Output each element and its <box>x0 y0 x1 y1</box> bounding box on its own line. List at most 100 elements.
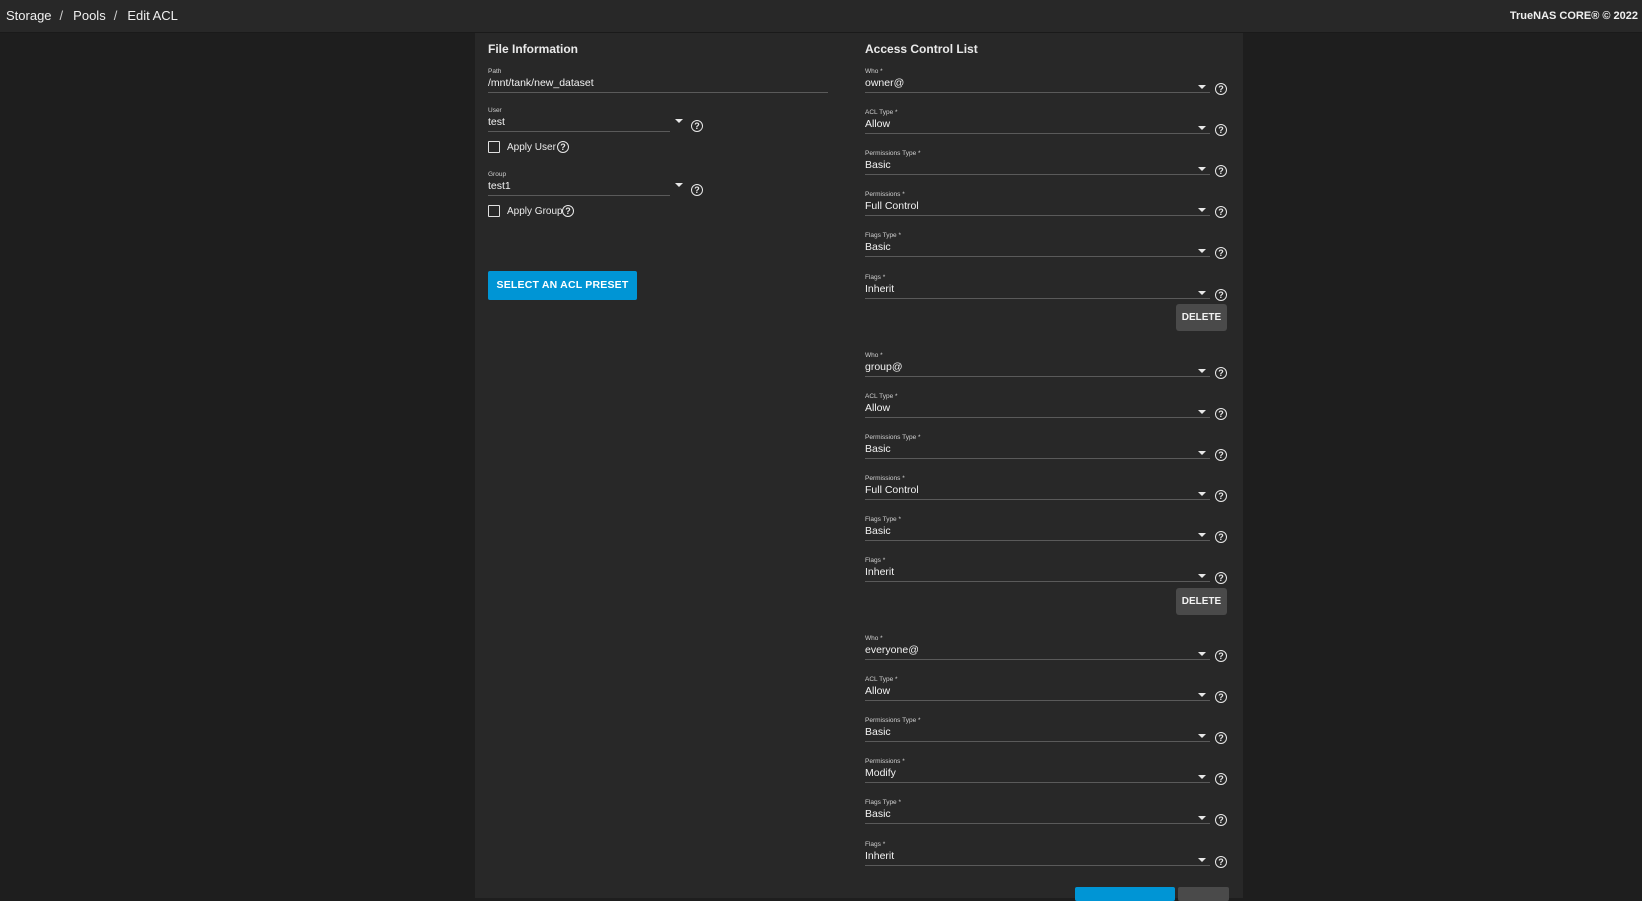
flags-type-value[interactable]: Basic <box>865 241 891 253</box>
caret-down-icon[interactable] <box>1198 249 1206 254</box>
apply-group-label: Apply Group <box>507 206 563 217</box>
help-circle-icon[interactable]: ? <box>1215 83 1227 95</box>
acl-type-value[interactable]: Allow <box>865 685 890 697</box>
acl-type-select[interactable]: ACL Type * Allow <box>865 109 1210 135</box>
apply-group-checkbox[interactable] <box>488 205 500 217</box>
user-value[interactable]: test <box>488 116 505 128</box>
help-circle-icon[interactable]: ? <box>691 184 703 196</box>
cancel-button[interactable] <box>1178 887 1229 901</box>
caret-down-icon[interactable] <box>1198 775 1206 780</box>
breadcrumb-pools[interactable]: Pools <box>73 8 106 23</box>
caret-down-icon[interactable] <box>1198 208 1206 213</box>
caret-down-icon[interactable] <box>1198 532 1206 537</box>
apply-user-checkbox[interactable] <box>488 141 500 153</box>
help-circle-icon[interactable]: ? <box>1215 288 1227 301</box>
flags-type-select[interactable]: Flags Type * Basic <box>865 516 1210 542</box>
who-select[interactable]: Who * everyone@ <box>865 635 1210 661</box>
acl-type-value[interactable]: Allow <box>865 402 890 414</box>
field-underline <box>865 457 1210 459</box>
flags-label: Flags * <box>865 557 886 564</box>
flags-type-value[interactable]: Basic <box>865 525 891 537</box>
caret-down-icon[interactable] <box>1198 450 1206 455</box>
path-value[interactable]: /mnt/tank/new_dataset <box>488 77 594 89</box>
acl-type-select[interactable]: ACL Type * Allow <box>865 393 1210 419</box>
caret-down-icon[interactable] <box>1198 368 1206 373</box>
permissions-select[interactable]: Permissions * Modify <box>865 758 1210 784</box>
caret-down-icon[interactable] <box>1198 409 1206 414</box>
permissions-type-value[interactable]: Basic <box>865 159 891 171</box>
help-circle-icon[interactable]: ? <box>1215 732 1227 745</box>
permissions-type-label: Permissions Type * <box>865 717 921 725</box>
help-circle-icon[interactable]: ? <box>557 141 569 153</box>
permissions-type-value[interactable]: Basic <box>865 443 891 455</box>
flags-type-select[interactable]: Flags Type * Basic <box>865 232 1210 258</box>
delete-button[interactable]: DELETE <box>1176 587 1227 615</box>
caret-down-icon[interactable] <box>1198 652 1206 656</box>
permissions-select[interactable]: Permissions * Full Control <box>865 475 1210 501</box>
path-field[interactable]: Path /mnt/tank/new_dataset <box>488 68 828 94</box>
help-circle-icon[interactable]: ? <box>691 120 703 132</box>
help-circle-icon[interactable]: ? <box>1215 124 1227 137</box>
flags-select[interactable]: Flags * Inherit <box>865 274 1210 300</box>
help-circle-icon[interactable]: ? <box>1215 366 1227 379</box>
help-circle-icon[interactable]: ? <box>1215 572 1227 584</box>
help-circle-icon[interactable]: ? <box>1215 530 1227 543</box>
caret-down-icon[interactable] <box>1198 574 1206 578</box>
permissions-value[interactable]: Full Control <box>865 200 919 212</box>
permissions-type-select[interactable]: Permissions Type * Basic <box>865 434 1210 460</box>
who-select[interactable]: Who * group@ <box>865 352 1210 378</box>
caret-down-icon[interactable] <box>1198 693 1206 698</box>
group-select[interactable]: Group test1 <box>488 171 670 197</box>
delete-button[interactable]: DELETE <box>1176 304 1227 331</box>
permissions-value[interactable]: Full Control <box>865 484 919 496</box>
help-circle-icon[interactable]: ? <box>1215 165 1227 178</box>
help-circle-icon[interactable]: ? <box>1215 448 1227 461</box>
permissions-type-value[interactable]: Basic <box>865 726 891 738</box>
select-acl-preset-button[interactable]: SELECT AN ACL PRESET <box>488 271 637 300</box>
acl-type-select[interactable]: ACL Type * Allow <box>865 676 1210 702</box>
caret-down-icon[interactable] <box>675 183 683 187</box>
flags-value[interactable]: Inherit <box>865 850 894 862</box>
help-circle-icon[interactable]: ? <box>1215 855 1227 868</box>
user-select[interactable]: User test <box>488 107 670 133</box>
breadcrumb-storage[interactable]: Storage <box>6 8 52 23</box>
caret-down-icon[interactable] <box>1198 857 1206 862</box>
caret-down-icon[interactable] <box>675 119 683 123</box>
help-circle-icon[interactable]: ? <box>1215 247 1227 260</box>
flags-label: Flags * <box>865 840 886 848</box>
help-circle-icon[interactable]: ? <box>1215 206 1227 219</box>
permissions-value[interactable]: Modify <box>865 767 896 779</box>
permissions-type-select[interactable]: Permissions Type * Basic <box>865 717 1210 743</box>
who-value[interactable]: owner@ <box>865 77 904 89</box>
flags-value[interactable]: Inherit <box>865 283 894 295</box>
acl-type-value[interactable]: Allow <box>865 118 890 130</box>
caret-down-icon[interactable] <box>1198 85 1206 89</box>
who-select[interactable]: Who * owner@ <box>865 68 1210 94</box>
flags-select[interactable]: Flags * Inherit <box>865 557 1210 583</box>
help-circle-icon[interactable]: ? <box>562 205 574 217</box>
caret-down-icon[interactable] <box>1198 126 1206 131</box>
permissions-type-select[interactable]: Permissions Type * Basic <box>865 150 1210 176</box>
caret-down-icon[interactable] <box>1198 290 1206 295</box>
help-circle-icon[interactable]: ? <box>1215 489 1227 502</box>
caret-down-icon[interactable] <box>1198 167 1206 172</box>
acl-type-label: ACL Type * <box>865 109 898 117</box>
who-value[interactable]: everyone@ <box>865 644 919 656</box>
flags-type-value[interactable]: Basic <box>865 808 891 820</box>
group-value[interactable]: test1 <box>488 180 511 192</box>
flags-type-select[interactable]: Flags Type * Basic <box>865 799 1210 825</box>
flags-select[interactable]: Flags * Inherit <box>865 841 1210 867</box>
permissions-select[interactable]: Permissions * Full Control <box>865 191 1210 217</box>
help-circle-icon[interactable]: ? <box>1215 407 1227 420</box>
caret-down-icon[interactable] <box>1198 491 1206 496</box>
field-underline <box>865 133 1210 135</box>
help-circle-icon[interactable]: ? <box>1215 691 1227 704</box>
caret-down-icon[interactable] <box>1198 734 1206 739</box>
help-circle-icon[interactable]: ? <box>1215 814 1227 827</box>
caret-down-icon[interactable] <box>1198 816 1206 821</box>
save-button[interactable] <box>1075 887 1175 901</box>
who-value[interactable]: group@ <box>865 361 903 373</box>
help-circle-icon[interactable]: ? <box>1215 650 1227 662</box>
flags-value[interactable]: Inherit <box>865 566 894 578</box>
help-circle-icon[interactable]: ? <box>1215 773 1227 786</box>
